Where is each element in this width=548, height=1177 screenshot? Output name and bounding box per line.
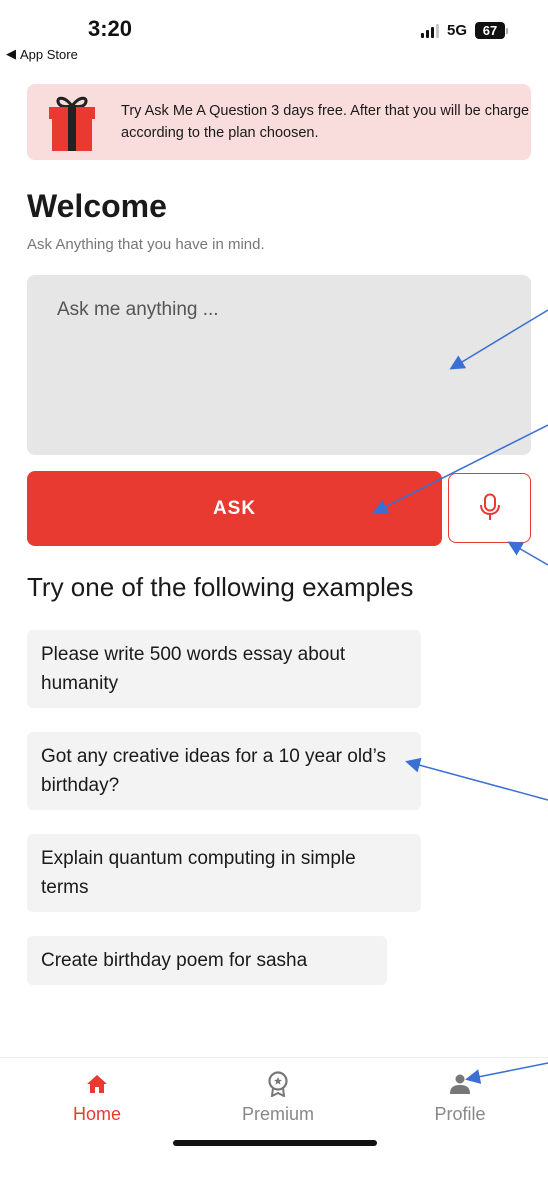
page-subtitle: Ask Anything that you have in mind.	[27, 236, 265, 253]
back-label: App Store	[20, 46, 78, 62]
back-triangle-icon: ◀	[6, 46, 16, 61]
tab-profile[interactable]: Profile	[390, 1070, 530, 1125]
status-indicators: 5G 67	[420, 22, 508, 39]
example-item[interactable]: Create birthday poem for sasha	[27, 936, 387, 985]
microphone-button[interactable]	[448, 473, 531, 543]
award-icon	[264, 1070, 292, 1098]
page-title: Welcome	[27, 188, 167, 224]
gift-icon	[47, 92, 97, 152]
home-icon	[83, 1070, 111, 1098]
microphone-icon	[479, 493, 501, 524]
ask-input[interactable]	[27, 275, 531, 455]
annotation-arrow-mic	[507, 541, 548, 566]
promo-banner[interactable]: Try Ask Me A Question 3 days free. After…	[27, 84, 531, 160]
battery-level: 67	[475, 22, 505, 39]
tab-premium[interactable]: Premium	[208, 1070, 348, 1125]
tab-home[interactable]: Home	[27, 1070, 167, 1125]
promo-text: Try Ask Me A Question 3 days free. After…	[121, 103, 530, 141]
example-item[interactable]: Explain quantum computing in simple term…	[27, 834, 421, 912]
network-label: 5G	[446, 22, 467, 39]
tab-bar-divider	[0, 1057, 548, 1058]
tab-home-label: Home	[72, 1104, 121, 1124]
tab-profile-label: Profile	[434, 1104, 486, 1124]
ask-button[interactable]: ASK	[27, 471, 442, 546]
annotation-arrow-example	[405, 757, 548, 801]
examples-heading: Try one of the following examples	[27, 572, 414, 602]
example-item[interactable]: Got any creative ideas for a 10 year old…	[27, 732, 421, 810]
user-icon	[446, 1070, 474, 1098]
back-to-app-store[interactable]: ◀ App Store	[6, 46, 78, 62]
status-time: 3:20	[88, 16, 133, 41]
signal-icon	[420, 23, 439, 38]
example-item[interactable]: Please write 500 words essay about human…	[27, 630, 421, 708]
home-indicator	[173, 1140, 377, 1146]
battery-icon: 67	[475, 22, 508, 39]
tab-premium-label: Premium	[241, 1104, 314, 1124]
